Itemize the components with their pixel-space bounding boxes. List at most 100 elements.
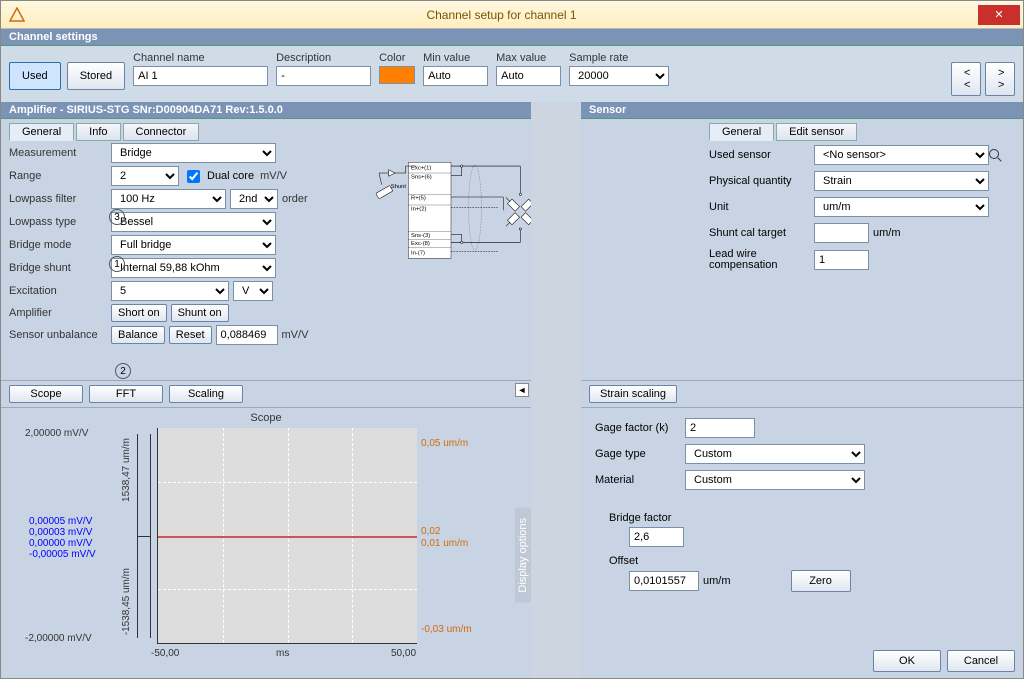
- dualcore-checkbox[interactable]: [187, 170, 200, 183]
- r-label-4: -0,03 um/m: [421, 624, 472, 635]
- range-label: Range: [9, 170, 111, 182]
- top-panel: Used Stored Channel name Description Col…: [1, 46, 1023, 102]
- color-swatch[interactable]: [379, 66, 415, 84]
- excitation-select[interactable]: 5: [111, 281, 229, 301]
- stored-button[interactable]: Stored: [67, 62, 125, 90]
- bridge-shunt-select[interactable]: Internal 59,88 kOhm: [111, 258, 276, 278]
- shunt-on-button[interactable]: Shunt on: [171, 304, 229, 322]
- window-title: Channel setup for channel 1: [25, 8, 978, 22]
- used-sensor-label: Used sensor: [709, 149, 814, 161]
- used-sensor-select[interactable]: <No sensor>: [814, 145, 989, 165]
- short-on-button[interactable]: Short on: [111, 304, 167, 322]
- display-options-toggle[interactable]: Display options: [515, 508, 531, 603]
- shunt-cal-unit: um/m: [873, 227, 901, 239]
- tab-strain-scaling[interactable]: Strain scaling: [589, 385, 677, 403]
- sensor-unbalance-value[interactable]: [216, 325, 278, 345]
- sensor-tab-edit[interactable]: Edit sensor: [776, 123, 857, 141]
- offset-input[interactable]: [629, 571, 699, 591]
- x-label-2: ms: [276, 648, 289, 659]
- range-select[interactable]: 2: [111, 166, 179, 186]
- svg-text:In-(7): In-(7): [411, 251, 425, 257]
- svg-text:Sns+(6): Sns+(6): [411, 174, 432, 180]
- measurement-select[interactable]: Bridge: [111, 143, 276, 163]
- amplifier-header: Amplifier - SIRIUS-STG SNr:D00904DA71 Re…: [1, 102, 531, 119]
- vtext-1: 1538,47 um/m: [121, 438, 132, 502]
- overlay-b1: 0,00005 mV/V: [29, 516, 92, 527]
- svg-text:Shunt: Shunt: [391, 184, 407, 190]
- sample-rate-label: Sample rate: [569, 52, 669, 64]
- annotation-3: 3: [109, 209, 125, 225]
- close-button[interactable]: ✕: [978, 5, 1020, 25]
- tab-scope[interactable]: Scope: [9, 385, 83, 403]
- app-icon: [9, 7, 25, 23]
- lowpass-filter-select[interactable]: 100 Hz: [111, 189, 226, 209]
- y-label-top: 2,00000 mV/V: [25, 428, 88, 439]
- zero-button[interactable]: Zero: [791, 570, 851, 592]
- min-label: Min value: [423, 52, 488, 64]
- sample-rate-select[interactable]: 20000: [569, 66, 669, 86]
- sensor-tab-general[interactable]: General: [709, 123, 774, 141]
- lowpass-type-select[interactable]: Bessel: [111, 212, 276, 232]
- tab-general[interactable]: General: [9, 123, 74, 141]
- reset-button[interactable]: Reset: [169, 326, 212, 344]
- channel-name-label: Channel name: [133, 52, 268, 64]
- material-label: Material: [595, 474, 685, 486]
- offset-unit: um/m: [703, 575, 731, 587]
- description-input[interactable]: [276, 66, 371, 86]
- bridge-factor-label: Bridge factor: [609, 512, 1015, 524]
- bridge-factor-input[interactable]: [629, 527, 684, 547]
- gage-type-select[interactable]: Custom: [685, 444, 865, 464]
- next-channel-button[interactable]: > >: [985, 62, 1015, 96]
- max-input[interactable]: [496, 66, 561, 86]
- x-label-1: -50,00: [151, 648, 179, 659]
- scope-tabs: Scope FFT Scaling ◄: [1, 381, 531, 408]
- amplifier-label: Amplifier: [9, 307, 111, 319]
- used-button[interactable]: Used: [9, 62, 61, 90]
- max-label: Max value: [496, 52, 561, 64]
- shunt-cal-target-label: Shunt cal target: [709, 227, 814, 239]
- lead-wire-comp-input[interactable]: [814, 250, 869, 270]
- excitation-label: Excitation: [9, 285, 111, 297]
- tab-connector[interactable]: Connector: [123, 123, 200, 141]
- cancel-button[interactable]: Cancel: [947, 650, 1015, 672]
- bridge-shunt-label: Bridge shunt: [9, 262, 111, 274]
- physical-quantity-select[interactable]: Strain: [814, 171, 989, 191]
- scope-plot[interactable]: [157, 428, 417, 644]
- strain-tabs: Strain scaling: [581, 381, 1023, 408]
- r-label-2: 0,02: [421, 526, 440, 537]
- scope-area: Scope 2,00000 mV/V -2,00000 mV/V 0,00005…: [1, 408, 531, 678]
- annotation-1: 1: [109, 256, 125, 272]
- annotation-2: 2: [115, 363, 131, 379]
- ok-button[interactable]: OK: [873, 650, 941, 672]
- gage-factor-input[interactable]: [685, 418, 755, 438]
- unit-label: Unit: [709, 201, 814, 213]
- right-pane: Sensor General Edit sensor Used sensor <…: [581, 102, 1023, 678]
- bridge-mode-select[interactable]: Full bridge: [111, 235, 276, 255]
- window: Channel setup for channel 1 ✕ Channel se…: [0, 0, 1024, 679]
- collapse-toggle[interactable]: ◄: [515, 383, 529, 397]
- lead-wire-comp-label: Lead wire compensation: [709, 249, 814, 271]
- shunt-cal-target-input[interactable]: [814, 223, 869, 243]
- overlay-b3: 0,00000 mV/V: [29, 538, 92, 549]
- lowpass-filter-label: Lowpass filter: [9, 193, 111, 205]
- balance-button[interactable]: Balance: [111, 326, 165, 344]
- overlay-b4: -0,00005 mV/V: [29, 549, 96, 560]
- sensor-body: General Edit sensor Used sensor <No sens…: [581, 119, 1023, 381]
- lowpass-order-select[interactable]: 2nd: [230, 189, 278, 209]
- mid-split: Amplifier - SIRIUS-STG SNr:D00904DA71 Re…: [1, 102, 1023, 678]
- r-label-1: 0,05 um/m: [421, 438, 468, 449]
- svg-text:Exc-(8): Exc-(8): [411, 241, 430, 247]
- tab-scaling[interactable]: Scaling: [169, 385, 243, 403]
- excitation-unit-select[interactable]: V: [233, 281, 273, 301]
- gage-factor-label: Gage factor (k): [595, 422, 685, 434]
- material-select[interactable]: Custom: [685, 470, 865, 490]
- strain-area: Gage factor (k) Gage type Custom Materia…: [581, 408, 1023, 678]
- min-input[interactable]: [423, 66, 488, 86]
- channel-name-input[interactable]: [133, 66, 268, 86]
- prev-channel-button[interactable]: < <: [951, 62, 981, 96]
- physical-quantity-label: Physical quantity: [709, 175, 814, 187]
- measurement-label: Measurement: [9, 147, 111, 159]
- tab-fft[interactable]: FFT: [89, 385, 163, 403]
- tab-info[interactable]: Info: [76, 123, 120, 141]
- unit-select[interactable]: um/m: [814, 197, 989, 217]
